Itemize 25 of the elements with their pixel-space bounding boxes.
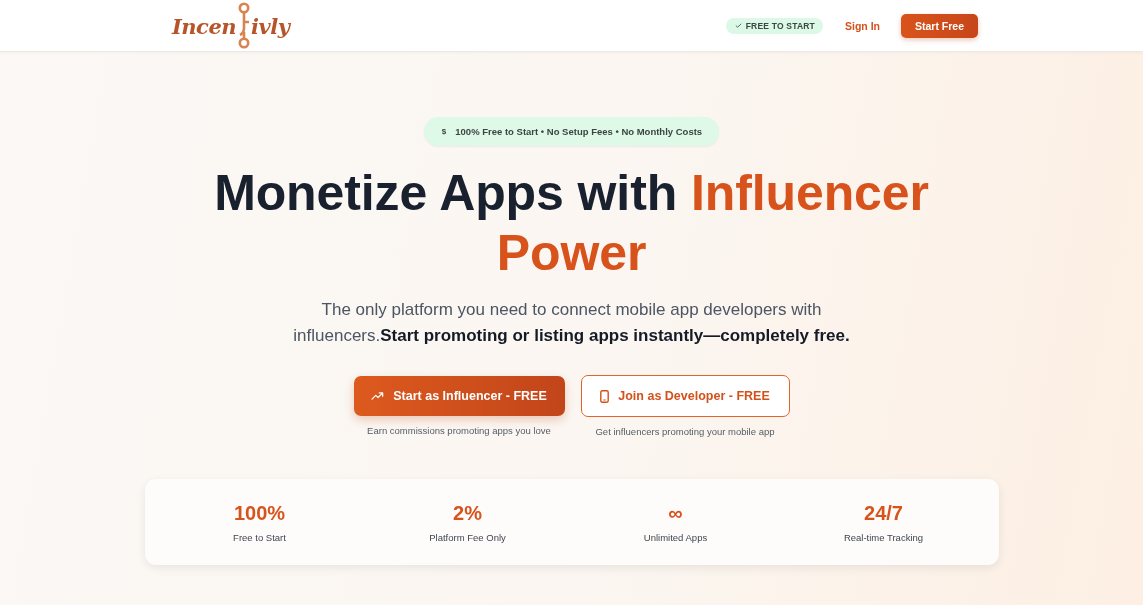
logo-text[interactable]: ivly xyxy=(251,14,290,39)
influencer-button[interactable]: Start as Influencer - FREE xyxy=(353,376,565,416)
sign-in-link[interactable]: Sign In xyxy=(845,19,880,32)
button-caption: Earn commissions promoting apps you love xyxy=(367,425,551,436)
stat-value: 24/7 xyxy=(864,501,903,524)
dollar-icon: $ xyxy=(441,127,447,136)
stat-label: Free to Start xyxy=(233,531,286,543)
button-caption: Get influencers promoting your mobile app xyxy=(595,426,775,437)
start-free-button[interactable]: Start Free xyxy=(901,13,978,38)
stat-label: Platform Fee Only xyxy=(429,531,506,543)
stat-value: 2% xyxy=(453,501,482,524)
check-icon xyxy=(734,23,742,28)
hero-subtitle: The only platform you need to connect mobile app developers with influencers.Start promoting or listing apps instantly—completely free. xyxy=(292,299,851,347)
stat-label: Real-time Tracking xyxy=(843,531,924,543)
logo-mark-icon xyxy=(237,1,251,50)
developer-button[interactable]: Join as Developer - FREE xyxy=(580,375,790,417)
badge-label: FREE TO START xyxy=(745,20,815,31)
phone-icon xyxy=(600,389,610,403)
logo-text[interactable]: Incen xyxy=(172,14,236,39)
trend-up-icon xyxy=(371,392,385,400)
stat-value: 100% xyxy=(233,501,286,524)
offer-text: 100% Free to Start • No Setup Fees • No Monthly Costs xyxy=(455,126,703,137)
stat-value: ∞ xyxy=(668,501,683,524)
stat-label: Unlimited Apps xyxy=(643,531,708,543)
hero-title: Monetize Apps with Influencer Power xyxy=(213,164,930,283)
